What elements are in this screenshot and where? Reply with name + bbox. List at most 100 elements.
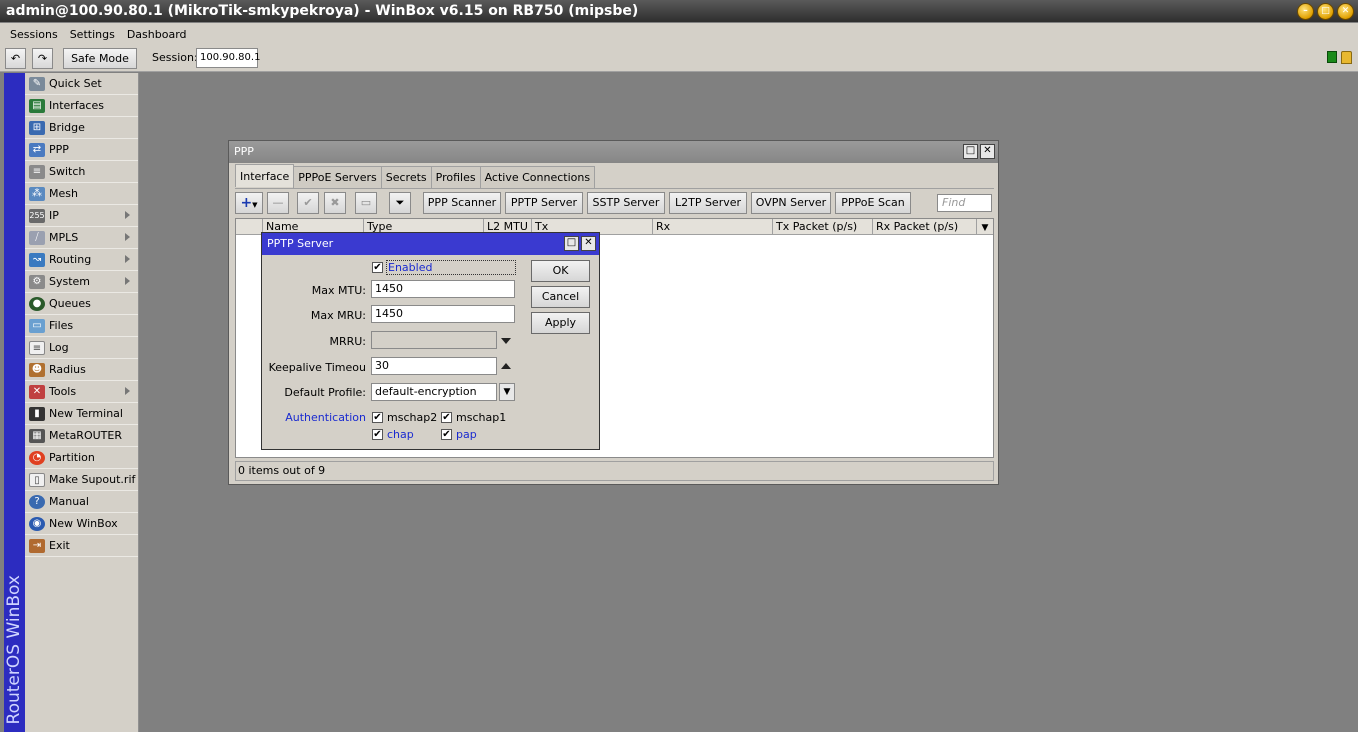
metarouter-icon: ▦ [29,428,45,443]
remove-button[interactable]: — [267,192,289,214]
sidebar-item-label: Exit [49,539,70,552]
tab-interface[interactable]: Interface [235,164,295,187]
brand-text: RouterOS WinBox [4,574,24,724]
tab-profiles[interactable]: Profiles [430,166,481,188]
sidebar-item-make-supout[interactable]: ▯ Make Supout.rif [25,469,138,491]
tab-secrets[interactable]: Secrets [380,166,432,188]
menu-dashboard[interactable]: Dashboard [121,28,193,41]
max-mtu-input[interactable]: 1450 [371,280,515,298]
maximize-icon[interactable]: □ [963,144,978,159]
session-input[interactable]: 100.90.80.1 [196,48,260,68]
sidebar-item-new-winbox[interactable]: ◉ New WinBox [25,513,138,535]
tab-active-connections[interactable]: Active Connections [479,166,596,188]
ppp-window-title: PPP [234,145,254,158]
enable-button[interactable]: ✔ [297,192,319,214]
chap-checkbox[interactable]: ✔ [372,429,383,440]
ovpn-server-button[interactable]: OVPN Server [751,192,831,214]
filter-button[interactable]: ⏷ [389,192,411,214]
enabled-checkbox[interactable]: ✔ [372,262,383,273]
ppp-tabs: Interface PPPoE Servers Secrets Profiles… [235,164,596,188]
default-profile-dropdown-icon[interactable]: ▼ [499,383,515,401]
sidebar-item-mpls[interactable]: ⧸ MPLS [25,227,138,249]
radius-icon: ☻ [29,362,45,377]
sidebar-item-queues[interactable]: ● Queues [25,293,138,315]
keepalive-collapse-icon[interactable] [501,363,511,369]
sidebar-item-ppp[interactable]: ⇄ PPP [25,139,138,161]
column-rx[interactable]: Rx [652,219,772,235]
sidebar-item-exit[interactable]: ⇥ Exit [25,535,138,557]
sidebar-item-bridge[interactable]: ⊞ Bridge [25,117,138,139]
undo-button[interactable]: ↶ [5,48,26,69]
close-icon[interactable]: ✕ [980,144,995,159]
disable-button[interactable]: ✖ [324,192,346,214]
mschap1-checkbox[interactable]: ✔ [441,412,452,423]
pptp-dialog-title-bar[interactable]: PPTP Server □ ✕ [262,233,599,255]
tools-icon: ✕ [29,384,45,399]
sidebar-item-mesh[interactable]: ⁂ Mesh [25,183,138,205]
bridge-icon: ⊞ [29,120,45,135]
ok-button[interactable]: OK [531,260,590,282]
sidebar-item-routing[interactable]: ↝ Routing [25,249,138,271]
files-icon: ▭ [29,318,45,333]
status-icons [1327,51,1352,64]
sidebar-item-label: Quick Set [49,77,102,90]
mschap2-checkbox[interactable]: ✔ [372,412,383,423]
pptp-dialog-title: PPTP Server [267,237,334,250]
apply-button[interactable]: Apply [531,312,590,334]
enabled-label[interactable]: Enabled [386,260,516,275]
sstp-server-button[interactable]: SSTP Server [587,192,665,214]
sidebar-item-label: Files [49,319,74,332]
sidebar: ✎ Quick Set ▤ Interfaces ⊞ Bridge ⇄ PPP ≡ Swi… [25,73,139,732]
tab-pppoe-servers[interactable]: PPPoE Servers [293,166,382,188]
pppoe-scan-button[interactable]: PPPoE Scan [835,192,911,214]
maximize-icon[interactable]: □ [564,236,579,251]
sidebar-item-tools[interactable]: ✕ Tools [25,381,138,403]
column-tx-packet[interactable]: Tx Packet (p/s) [772,219,872,235]
sidebar-item-files[interactable]: ▭ Files [25,315,138,337]
terminal-icon: ▮ [29,406,45,421]
sidebar-item-label: Radius [49,363,86,376]
sidebar-item-label: New Terminal [49,407,123,420]
comment-button[interactable]: ▭ [355,192,377,214]
sidebar-item-log[interactable]: ≡ Log [25,337,138,359]
sidebar-item-new-terminal[interactable]: ▮ New Terminal [25,403,138,425]
sidebar-item-metarouter[interactable]: ▦ MetaROUTER [25,425,138,447]
add-button[interactable]: +▼ [235,192,263,214]
close-icon[interactable]: ✕ [1337,3,1354,20]
quick-set-icon: ✎ [29,76,45,91]
ppp-window-title-bar[interactable]: PPP □ ✕ [229,141,998,163]
sidebar-item-manual[interactable]: ? Manual [25,491,138,513]
sidebar-item-switch[interactable]: ≡ Switch [25,161,138,183]
minimize-icon[interactable]: – [1297,3,1314,20]
pap-checkbox[interactable]: ✔ [441,429,452,440]
sidebar-item-label: System [49,275,91,288]
sidebar-item-interfaces[interactable]: ▤ Interfaces [25,95,138,117]
ppp-scanner-button[interactable]: PPP Scanner [423,192,501,214]
mrru-input[interactable] [371,331,497,349]
submenu-arrow-icon [125,255,130,263]
sidebar-item-system[interactable]: ⚙ System [25,271,138,293]
cancel-button[interactable]: Cancel [531,286,590,308]
menu-settings[interactable]: Settings [64,28,121,41]
close-icon[interactable]: ✕ [581,236,596,251]
maximize-icon[interactable]: □ [1317,3,1334,20]
pptp-server-button[interactable]: PPTP Server [505,192,583,214]
default-profile-select[interactable]: default-encryption [371,383,497,401]
menu-sessions[interactable]: Sessions [4,28,64,41]
sidebar-item-quick-set[interactable]: ✎ Quick Set [25,73,138,95]
column-rx-packet[interactable]: Rx Packet (p/s) [872,219,976,235]
l2tp-server-button[interactable]: L2TP Server [669,192,747,214]
sidebar-item-label: Tools [49,385,77,398]
safe-mode-button[interactable]: Safe Mode [63,48,137,69]
max-mru-input[interactable]: 1450 [371,305,515,323]
app-title: admin@100.90.80.1 (MikroTik-smkypekroya)… [6,3,639,19]
sidebar-item-radius[interactable]: ☻ Radius [25,359,138,381]
column-menu-button[interactable]: ▼ [976,219,993,235]
ip-icon: 255 [29,208,45,223]
redo-button[interactable]: ↷ [32,48,53,69]
sidebar-item-partition[interactable]: ◔ Partition [25,447,138,469]
keepalive-timeout-input[interactable]: 30 [371,357,497,375]
sidebar-item-ip[interactable]: 255 IP [25,205,138,227]
mrru-dropdown-icon[interactable] [501,338,511,344]
find-input[interactable]: Find [937,194,992,212]
